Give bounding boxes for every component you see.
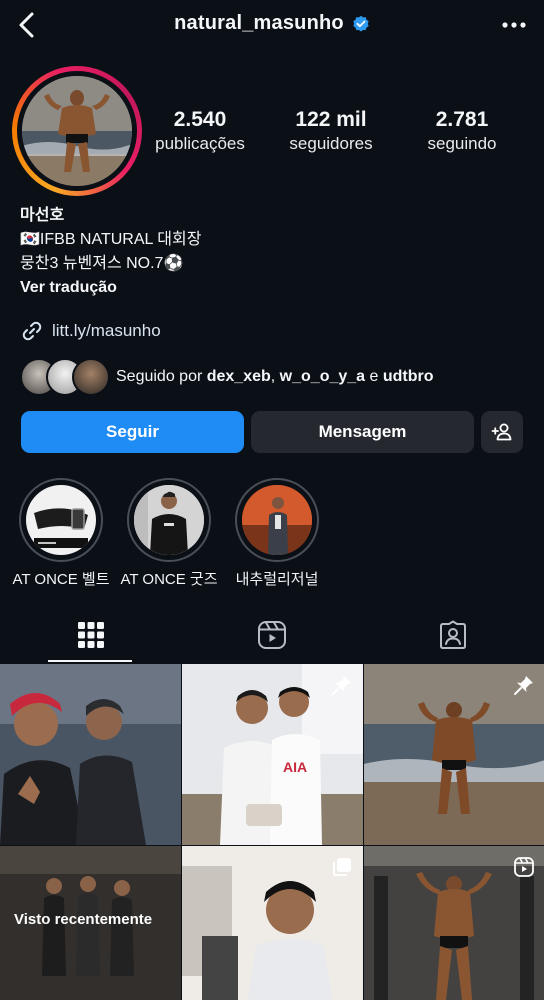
- profile-bio: 마선호 🇰🇷IFBB NATURAL 대회장 뭉찬3 뉴벤져스 NO.7⚽ Ve…: [20, 204, 201, 300]
- highlight-at-once-belt[interactable]: AT ONCE 벨트: [12, 478, 110, 589]
- highlight-natural-journal[interactable]: 내추럴리저널: [234, 478, 320, 589]
- tab-posts-grid[interactable]: [0, 608, 181, 662]
- more-options-icon[interactable]: [500, 12, 528, 38]
- bio-line-2: 뭉찬3 뉴벤져스 NO.7⚽: [20, 255, 184, 272]
- add-person-icon: [491, 423, 512, 441]
- following-count-label: seguindo: [427, 134, 497, 153]
- highlight-ring: [235, 478, 319, 562]
- bio-line-1: 🇰🇷IFBB NATURAL 대회장: [20, 231, 202, 248]
- highlight-cover-journal: [242, 485, 312, 555]
- grid-post-1[interactable]: [0, 664, 181, 845]
- active-tab-indicator: [48, 660, 132, 662]
- verified-badge-icon: [353, 15, 369, 32]
- external-link-text: litt.ly/masunho: [52, 321, 161, 340]
- profile-username-title: natural_masunho: [0, 12, 544, 35]
- mutual-followers-avatars: [20, 358, 110, 396]
- profile-content-tabs: [0, 608, 544, 662]
- followed-by-conjunction: e: [365, 368, 383, 385]
- grid-post-6[interactable]: [364, 846, 544, 1000]
- grid-post-2[interactable]: AIA: [182, 664, 363, 845]
- highlight-label: AT ONCE 굿즈: [120, 571, 218, 588]
- highlight-cover-belt: [26, 485, 96, 555]
- external-link[interactable]: litt.ly/masunho: [20, 318, 161, 344]
- followed-by-user-3[interactable]: udtbro: [383, 368, 434, 386]
- grid-post-5[interactable]: [182, 846, 363, 1000]
- profile-header: natural_masunho: [0, 0, 544, 52]
- posts-count-label: publicações: [155, 134, 245, 153]
- followers-count-value: 122 mil: [295, 108, 367, 131]
- username-text: natural_masunho: [174, 12, 344, 35]
- highlight-label: 내추럴리저널: [235, 571, 319, 588]
- followed-by-user-1[interactable]: dex_xeb: [207, 368, 271, 386]
- pinned-icon: [514, 676, 533, 695]
- suggested-users-button[interactable]: [481, 411, 523, 453]
- message-button[interactable]: Mensagem: [251, 411, 474, 453]
- highlight-ring: [127, 478, 211, 562]
- recently-seen-label: Visto recentemente: [14, 911, 153, 928]
- pinned-icon: [332, 676, 351, 695]
- highlight-ring: [19, 478, 103, 562]
- reel-post-icon: [514, 857, 534, 877]
- grid-post-4[interactable]: Visto recentemente: [0, 846, 181, 1000]
- tab-tagged[interactable]: [362, 608, 543, 662]
- see-translation-link[interactable]: Ver tradução: [20, 276, 201, 300]
- highlight-label: AT ONCE 벨트: [12, 571, 110, 588]
- profile-avatar-story-ring[interactable]: [12, 66, 142, 196]
- follow-button[interactable]: Seguir: [21, 411, 244, 453]
- followed-by-row[interactable]: Seguido por dex_xeb , w_o_o_y_a e udtbro: [20, 358, 434, 396]
- following-count[interactable]: 2.781 seguindo: [402, 108, 522, 154]
- tab-reels[interactable]: [181, 608, 362, 662]
- reels-icon: [257, 621, 286, 649]
- grid-post-3[interactable]: [364, 664, 544, 845]
- link-icon: [22, 321, 42, 341]
- followers-count[interactable]: 122 mil seguidores: [271, 108, 391, 154]
- following-count-value: 2.781: [435, 108, 489, 131]
- mutual-avatar-3: [72, 358, 110, 396]
- profile-display-name: 마선호: [20, 207, 65, 224]
- svg-text:AIA: AIA: [283, 759, 307, 775]
- highlight-cover-goods: [134, 485, 204, 555]
- followed-by-separator: ,: [270, 368, 280, 385]
- followed-by-user-2[interactable]: w_o_o_y_a: [280, 368, 365, 386]
- profile-avatar: [22, 76, 132, 186]
- followed-by-prefix: Seguido por: [116, 368, 207, 385]
- followers-count-label: seguidores: [289, 134, 373, 153]
- posts-count-value: 2.540: [173, 108, 227, 131]
- grid-icon: [77, 622, 104, 648]
- highlight-at-once-goods[interactable]: AT ONCE 굿즈: [120, 478, 218, 589]
- carousel-icon: [333, 858, 351, 876]
- posts-count[interactable]: 2.540 publicações: [140, 108, 260, 154]
- tagged-icon: [439, 620, 466, 649]
